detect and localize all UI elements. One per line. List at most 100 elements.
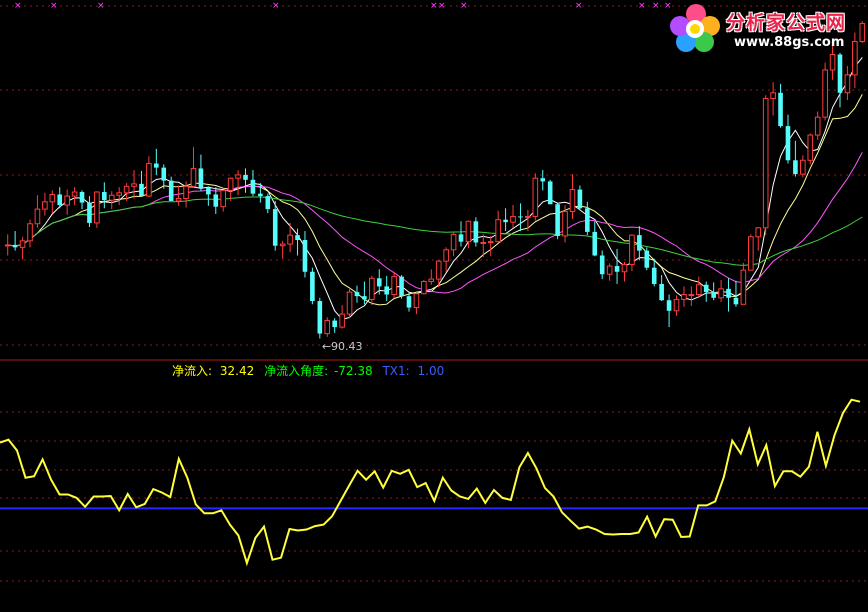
- candle-body-up: [324, 320, 331, 335]
- candle-body-down: [384, 286, 390, 295]
- marker-cross: ×: [14, 1, 22, 11]
- candle-body-up: [64, 195, 70, 206]
- candle-body-up: [435, 260, 442, 280]
- candle-body-up: [71, 191, 78, 197]
- candle-body-up: [814, 116, 821, 136]
- net-inflow-line: [0, 398, 861, 567]
- candle-body-down: [703, 284, 709, 293]
- candle-body-up: [621, 263, 628, 273]
- candle-body-up: [844, 74, 851, 94]
- candle-body-up: [146, 163, 152, 197]
- candle-body-down: [206, 187, 211, 195]
- candle-body-down: [250, 179, 256, 194]
- marker-cross: ×: [272, 1, 280, 11]
- candle-body-up: [123, 185, 130, 194]
- indicator-legend: 净流入: 32.42 净流入角度: -72.38 TX1: 1.00: [172, 362, 444, 379]
- candle-body-down: [213, 194, 219, 207]
- candle-body-down: [354, 292, 360, 297]
- candle-body-up: [116, 192, 122, 196]
- candle-body-up: [688, 294, 695, 297]
- candle-body-down: [473, 221, 479, 243]
- candle-body-down: [837, 54, 843, 93]
- candle-body-down: [265, 196, 271, 210]
- marker-cross: ×: [575, 1, 583, 11]
- candle-body-down: [785, 126, 791, 161]
- candle-body-up: [34, 208, 41, 225]
- candle-body-down: [614, 266, 620, 272]
- candle-body-up: [108, 194, 115, 201]
- candle-body-down: [57, 194, 63, 206]
- candle-body-down: [592, 231, 598, 256]
- candle-body-up: [220, 189, 227, 208]
- candle-body-down: [198, 168, 204, 188]
- candle-body-down: [399, 276, 404, 297]
- candle-body-down: [139, 183, 144, 197]
- candle-body-down: [599, 255, 605, 275]
- candle-body-up: [532, 177, 539, 217]
- candle-body-up: [718, 288, 724, 299]
- marker-cross: ×: [97, 1, 105, 11]
- grid-lines: [0, 5, 868, 582]
- candle-body-up: [740, 269, 747, 305]
- candle-body-up: [510, 215, 516, 223]
- marker-cross: ×: [460, 1, 468, 11]
- candle-body-up: [525, 215, 531, 218]
- candle-body-down: [577, 189, 583, 209]
- candle-body-up: [829, 54, 836, 71]
- candle-body-down: [637, 235, 642, 251]
- logo-title: 分析家公式网: [726, 12, 847, 34]
- candle-body-up: [4, 244, 11, 247]
- candle-body-up: [673, 298, 680, 312]
- candle-body-up: [695, 284, 702, 296]
- candle-body-up: [800, 159, 806, 175]
- candle-body-down: [547, 181, 553, 205]
- candle-body-up: [495, 219, 501, 243]
- candle-body-down: [406, 296, 412, 308]
- candle-body-up: [183, 185, 189, 200]
- candle-body-down: [332, 320, 337, 328]
- flow-label: 净流入:: [172, 364, 213, 378]
- candle-body-up: [346, 291, 353, 315]
- candle-body-up: [770, 92, 776, 99]
- candle-body-up: [807, 134, 814, 161]
- candle-body-up: [49, 193, 56, 203]
- candle-body-up: [629, 234, 635, 265]
- candle-body-up: [279, 243, 286, 247]
- ma20-line: [7, 152, 863, 294]
- candle-body-up: [369, 277, 375, 300]
- candle-body-down: [555, 204, 560, 236]
- candle-body-down: [711, 292, 716, 298]
- candle-body-down: [243, 174, 248, 180]
- candle-body-down: [295, 235, 300, 241]
- candle-body-down: [258, 193, 263, 197]
- candle-body-up: [339, 313, 345, 328]
- candle-body-down: [540, 178, 546, 182]
- flow-oscillator: [0, 398, 868, 567]
- candle-body-down: [161, 167, 167, 181]
- marker-cross: ×: [638, 1, 646, 11]
- candle-body-up: [822, 69, 828, 118]
- candle-body-up: [606, 265, 613, 275]
- candle-body-down: [272, 209, 278, 246]
- candle-body-down: [726, 288, 731, 298]
- ma60-line: [7, 196, 863, 266]
- marker-cross: ×: [438, 1, 446, 11]
- candle-body-down: [79, 192, 85, 203]
- candle-body-up: [413, 293, 420, 309]
- candle-body-up: [465, 220, 472, 243]
- candle-body-down: [518, 216, 523, 218]
- candle-body-down: [733, 297, 739, 305]
- candle-body-up: [480, 241, 487, 244]
- candle-body-down: [503, 219, 508, 223]
- candle-body-up: [562, 211, 568, 237]
- candle-body-down: [302, 240, 308, 272]
- angle-label: 净流入角度:: [264, 364, 329, 378]
- tx-value: 1.00: [417, 364, 445, 378]
- candle-body-down: [317, 301, 323, 334]
- candle-body-down: [458, 234, 464, 242]
- candle-body-down: [12, 244, 18, 248]
- candle-body-down: [644, 250, 650, 268]
- candle-body-up: [235, 174, 241, 179]
- candle-body-up: [681, 294, 687, 300]
- candle-body-up: [569, 189, 576, 213]
